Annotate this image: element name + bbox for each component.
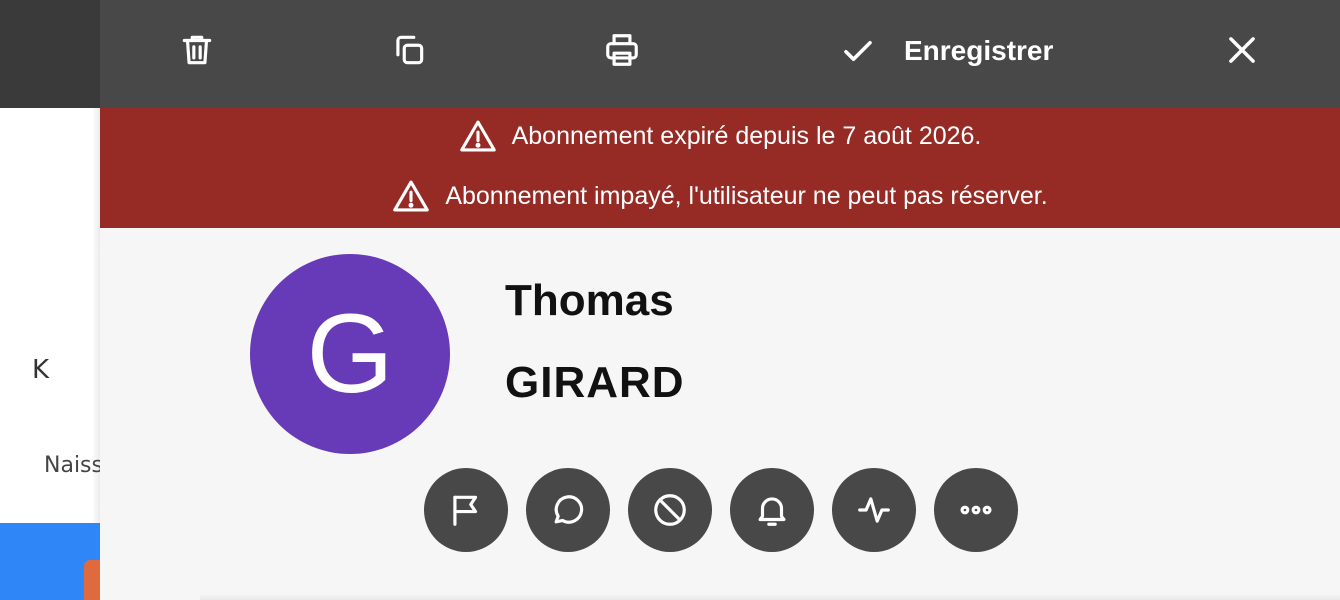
avatar-initial: G (306, 291, 394, 416)
bell-icon (758, 497, 786, 526)
flag-icon (453, 495, 478, 526)
activity-button[interactable] (832, 468, 916, 552)
chat-icon (554, 495, 584, 524)
background-field-label: Naissance (44, 453, 100, 478)
background-orange-button[interactable] (84, 560, 100, 600)
printer-icon (606, 34, 638, 66)
close-icon (1229, 37, 1255, 63)
panel-toolbar: Enregistrer (100, 0, 1340, 108)
block-icon (654, 494, 686, 526)
background-letter: K (32, 355, 50, 385)
save-label: Enregistrer (904, 35, 1054, 66)
save-button[interactable]: Enregistrer (840, 28, 1053, 74)
alert-row: Abonnement expiré depuis le 7 août 2026. (100, 118, 1340, 154)
trash-icon (182, 35, 212, 65)
more-icon (960, 505, 992, 515)
flag-button[interactable] (424, 468, 508, 552)
alert-banner: Abonnement expiré depuis le 7 août 2026.… (100, 108, 1340, 228)
avatar[interactable]: G (250, 254, 450, 454)
notifications-button[interactable] (730, 468, 814, 552)
block-button[interactable] (628, 468, 712, 552)
warning-icon (393, 180, 430, 212)
action-buttons (424, 468, 1036, 552)
close-button[interactable] (1218, 26, 1266, 74)
check-icon (844, 40, 872, 62)
warning-icon (459, 120, 496, 152)
alert-text: Abonnement impayé, l'utilisateur ne peut… (445, 181, 1048, 210)
profile-panel: Enregistrer Abonnement expiré depuis le … (100, 0, 1340, 600)
copy-icon (396, 35, 424, 65)
panel-divider (200, 594, 1340, 600)
delete-button[interactable] (173, 26, 221, 74)
alert-text: Abonnement expiré depuis le 7 août 2026. (511, 121, 982, 150)
alert-row: Abonnement impayé, l'utilisateur ne peut… (100, 178, 1340, 214)
print-button[interactable] (598, 26, 646, 74)
more-button[interactable] (934, 468, 1018, 552)
message-button[interactable] (526, 468, 610, 552)
activity-icon (858, 497, 890, 523)
last-name: GIRARD (505, 358, 685, 407)
background-topbar (0, 0, 100, 108)
first-name: Thomas (505, 276, 674, 325)
duplicate-button[interactable] (385, 26, 433, 74)
